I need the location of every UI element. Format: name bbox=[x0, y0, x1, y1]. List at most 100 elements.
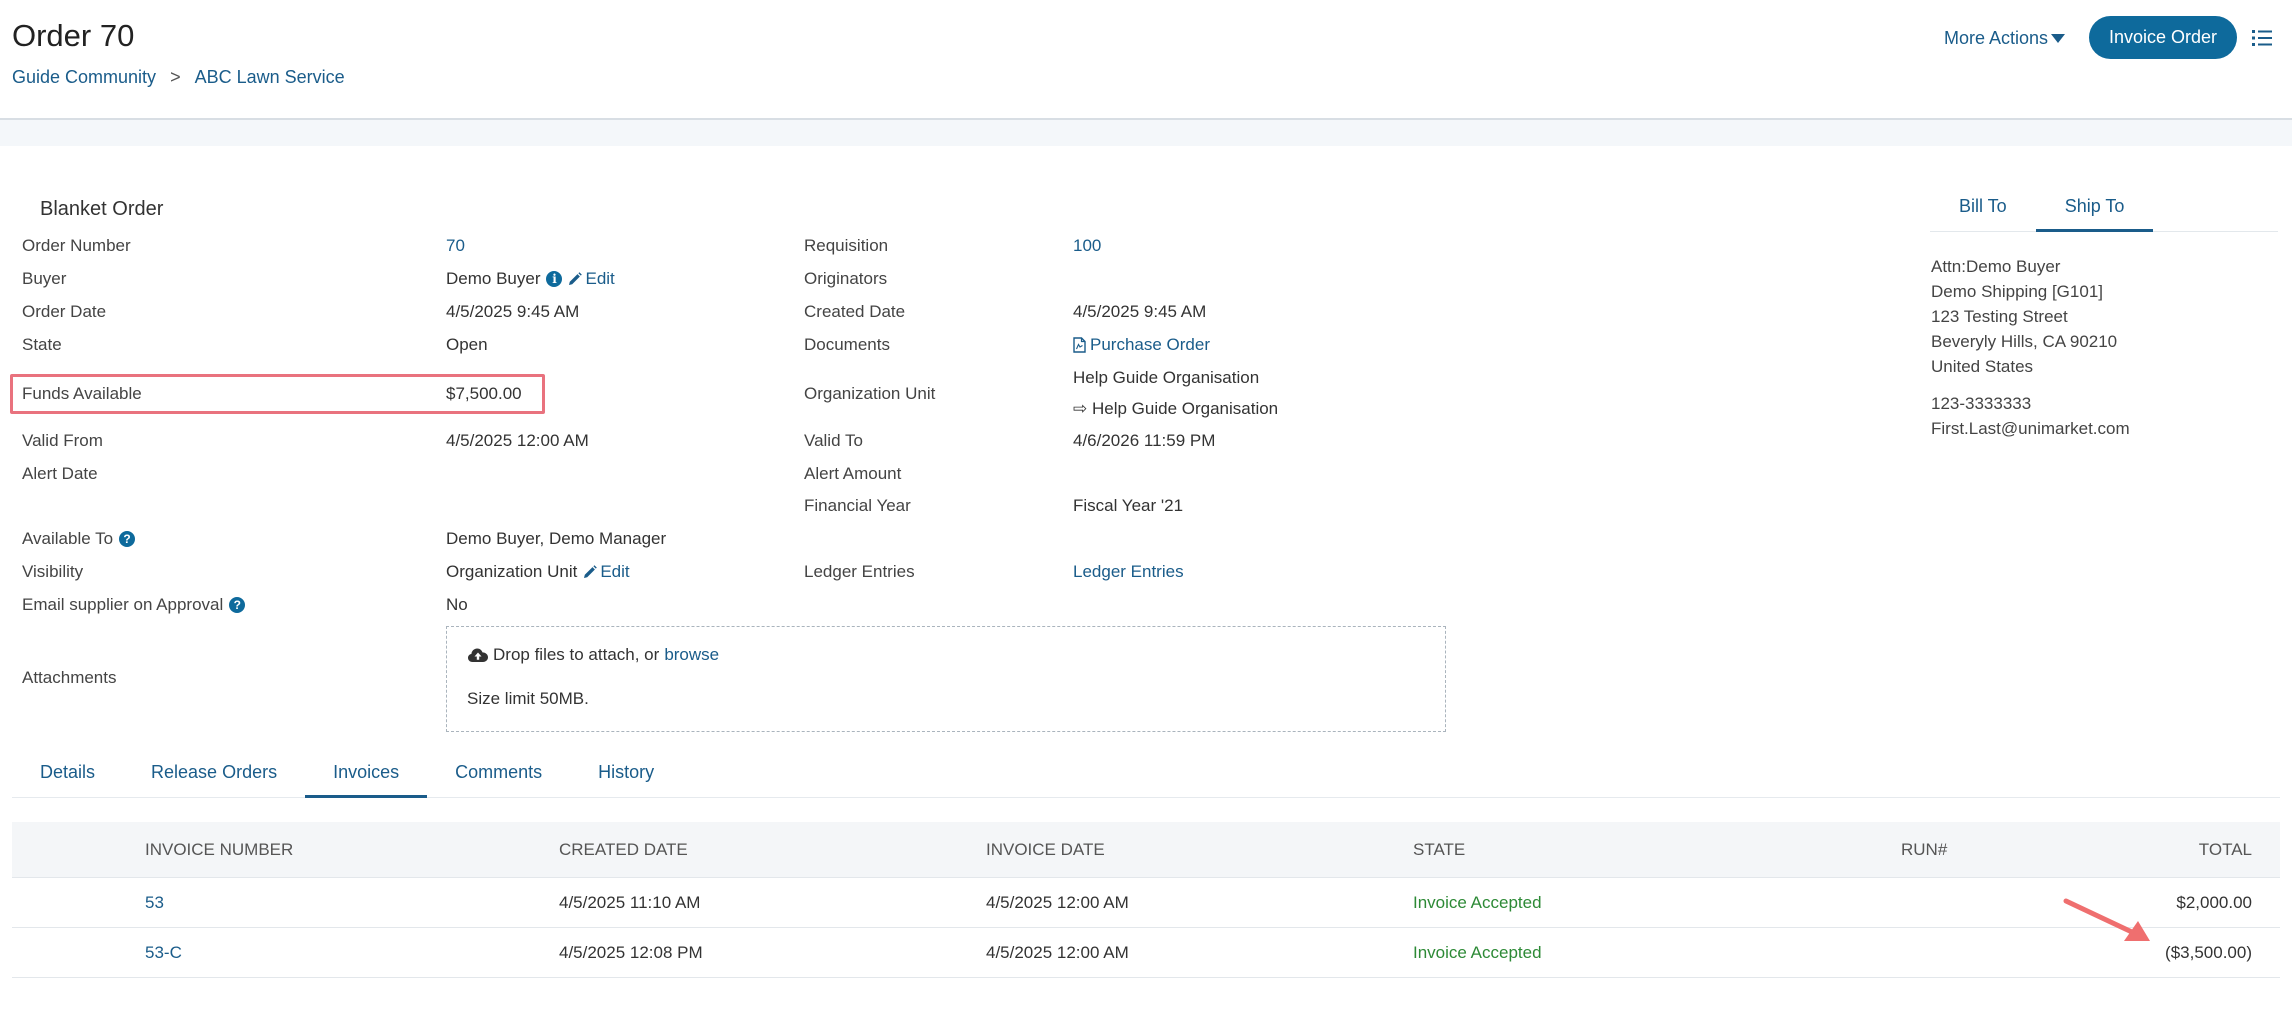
address-phone: 123-3333333 bbox=[1931, 394, 2032, 413]
ledger-entries-link[interactable]: Ledger Entries bbox=[1073, 562, 1184, 582]
invoices-table: INVOICE NUMBER CREATED DATE INVOICE DATE… bbox=[12, 822, 2280, 978]
size-limit-text: Size limit 50MB. bbox=[467, 689, 589, 708]
order-date-value: 4/5/2025 9:45 AM bbox=[446, 302, 580, 321]
cloud-upload-icon bbox=[468, 648, 488, 662]
breadcrumb: Guide Community > ABC Lawn Service bbox=[12, 67, 345, 88]
address-line-attn: Attn:Demo Buyer bbox=[1931, 257, 2061, 276]
purchase-order-label: Purchase Order bbox=[1090, 335, 1210, 354]
visibility-value-group: Organization Unit Edit bbox=[446, 562, 630, 582]
invoice-number-link[interactable]: 53-C bbox=[145, 943, 182, 963]
breadcrumb-abc-lawn-service[interactable]: ABC Lawn Service bbox=[195, 67, 345, 88]
help-icon[interactable]: ? bbox=[119, 531, 136, 547]
invoice-date-cell: 4/5/2025 12:00 AM bbox=[986, 892, 1129, 912]
address-line-country: United States bbox=[1931, 357, 2034, 376]
visibility-label: Visibility bbox=[22, 562, 84, 581]
more-actions-label: More Actions bbox=[1944, 28, 2049, 48]
org-unit-label: Organization Unit bbox=[804, 384, 936, 403]
info-icon[interactable]: i bbox=[546, 271, 563, 287]
email-supplier-label-group: Email supplier on Approval ? bbox=[22, 595, 246, 615]
col-total[interactable]: TOTAL bbox=[2199, 840, 2252, 860]
page-title: Order 70 bbox=[12, 18, 135, 53]
list-menu-icon[interactable] bbox=[2252, 29, 2272, 47]
browse-link[interactable]: browse bbox=[664, 645, 719, 665]
address-email: First.Last@unimarket.com bbox=[1931, 419, 2130, 438]
pencil-icon bbox=[569, 272, 583, 285]
visibility-edit-link[interactable]: Edit bbox=[583, 562, 630, 582]
dropzone-prompt: Drop files to attach, or browse bbox=[467, 645, 719, 665]
attachments-dropzone[interactable]: Drop files to attach, or browse Size lim… bbox=[446, 626, 1446, 732]
buyer-edit-link[interactable]: Edit bbox=[568, 269, 615, 289]
email-supplier-label: Email supplier on Approval bbox=[22, 595, 224, 614]
requisition-label: Requisition bbox=[804, 236, 889, 255]
pencil-icon bbox=[584, 565, 598, 578]
funds-available-value: $7,500.00 bbox=[446, 384, 522, 403]
attachments-label: Attachments bbox=[22, 668, 117, 687]
total-cell: ($3,500.00) bbox=[2165, 942, 2252, 962]
order-number-label: Order Number bbox=[22, 236, 131, 255]
ledger-entries-label: Ledger Entries bbox=[804, 562, 915, 581]
tab-history[interactable]: History bbox=[570, 754, 682, 798]
available-to-label: Available To bbox=[22, 529, 114, 548]
buyer-value: Demo Buyer bbox=[446, 269, 541, 288]
order-number-link[interactable]: 70 bbox=[446, 236, 465, 256]
buyer-value-group: Demo Buyer i Edit bbox=[446, 269, 615, 289]
buyer-label: Buyer bbox=[22, 269, 67, 288]
financial-year-label: Financial Year bbox=[804, 496, 911, 515]
tab-bill-to[interactable]: Bill To bbox=[1930, 190, 2036, 232]
valid-to-value: 4/6/2026 11:59 PM bbox=[1073, 431, 1216, 450]
available-to-label-group: Available To ? bbox=[22, 529, 136, 549]
financial-year-value: Fiscal Year '21 bbox=[1073, 496, 1184, 515]
valid-to-label: Valid To bbox=[804, 431, 863, 450]
created-date-label: Created Date bbox=[804, 302, 906, 321]
col-invoice-date[interactable]: INVOICE DATE bbox=[986, 840, 1105, 860]
invoice-order-button[interactable]: Invoice Order bbox=[2089, 16, 2237, 59]
invoice-number-link[interactable]: 53 bbox=[145, 893, 164, 913]
col-run[interactable]: RUN# bbox=[1901, 840, 1947, 860]
valid-from-label: Valid From bbox=[22, 431, 103, 450]
tab-details[interactable]: Details bbox=[12, 754, 123, 798]
annotation-arrow-icon bbox=[2063, 898, 2150, 941]
purchase-order-document-link[interactable]: Purchase Order bbox=[1073, 335, 1210, 355]
breadcrumb-guide-community[interactable]: Guide Community bbox=[12, 67, 156, 88]
address-line-city: Beveryly Hills, CA 90210 bbox=[1931, 332, 2118, 351]
org-unit-value-1: Help Guide Organisation bbox=[1073, 368, 1260, 387]
org-unit-value-2: ⇨ Help Guide Organisation bbox=[1073, 399, 1279, 418]
state-label: State bbox=[22, 335, 62, 354]
tab-release-orders[interactable]: Release Orders bbox=[123, 754, 305, 798]
col-state[interactable]: STATE bbox=[1413, 840, 1465, 860]
section-title: Blanket Order bbox=[40, 198, 164, 220]
total-cell: $2,000.00 bbox=[2176, 892, 2252, 912]
tab-invoices[interactable]: Invoices bbox=[305, 754, 428, 798]
state-cell: Invoice Accepted bbox=[1413, 942, 1542, 962]
col-created-date[interactable]: CREATED DATE bbox=[559, 840, 688, 860]
tab-ship-to[interactable]: Ship To bbox=[2035, 190, 2154, 232]
visibility-value: Organization Unit bbox=[446, 562, 578, 581]
documents-label: Documents bbox=[804, 335, 890, 354]
more-actions-dropdown[interactable]: More Actions bbox=[1944, 28, 2066, 49]
valid-from-value: 4/5/2025 12:00 AM bbox=[446, 431, 589, 450]
address-tabs: Bill To Ship To bbox=[1930, 190, 2278, 232]
address-line-name: Demo Shipping [G101] bbox=[1931, 282, 2103, 301]
originators-label: Originators bbox=[804, 269, 888, 288]
help-icon[interactable]: ? bbox=[229, 597, 246, 613]
breadcrumb-separator: > bbox=[170, 67, 181, 87]
edit-label: Edit bbox=[600, 562, 630, 581]
available-to-value: Demo Buyer, Demo Manager bbox=[446, 529, 667, 548]
alert-amount-label: Alert Amount bbox=[804, 464, 902, 483]
col-invoice-number[interactable]: INVOICE NUMBER bbox=[145, 840, 293, 860]
edit-label: Edit bbox=[585, 269, 615, 288]
pdf-file-icon bbox=[1073, 337, 1086, 353]
address-line-street: 123 Testing Street bbox=[1931, 307, 2068, 326]
created-date-cell: 4/5/2025 11:10 AM bbox=[559, 892, 701, 912]
funds-available-label: Funds Available bbox=[22, 384, 142, 403]
table-header: INVOICE NUMBER CREATED DATE INVOICE DATE… bbox=[12, 822, 2280, 878]
invoice-date-cell: 4/5/2025 12:00 AM bbox=[986, 942, 1129, 962]
requisition-link[interactable]: 100 bbox=[1073, 236, 1101, 256]
header-band bbox=[0, 120, 2292, 146]
caret-down-icon bbox=[2051, 34, 2066, 43]
created-date-value: 4/5/2025 9:45 AM bbox=[1073, 302, 1207, 321]
tab-comments[interactable]: Comments bbox=[427, 754, 570, 798]
alert-date-label: Alert Date bbox=[22, 464, 98, 483]
order-date-label: Order Date bbox=[22, 302, 107, 321]
created-date-cell: 4/5/2025 12:08 PM bbox=[559, 942, 703, 962]
